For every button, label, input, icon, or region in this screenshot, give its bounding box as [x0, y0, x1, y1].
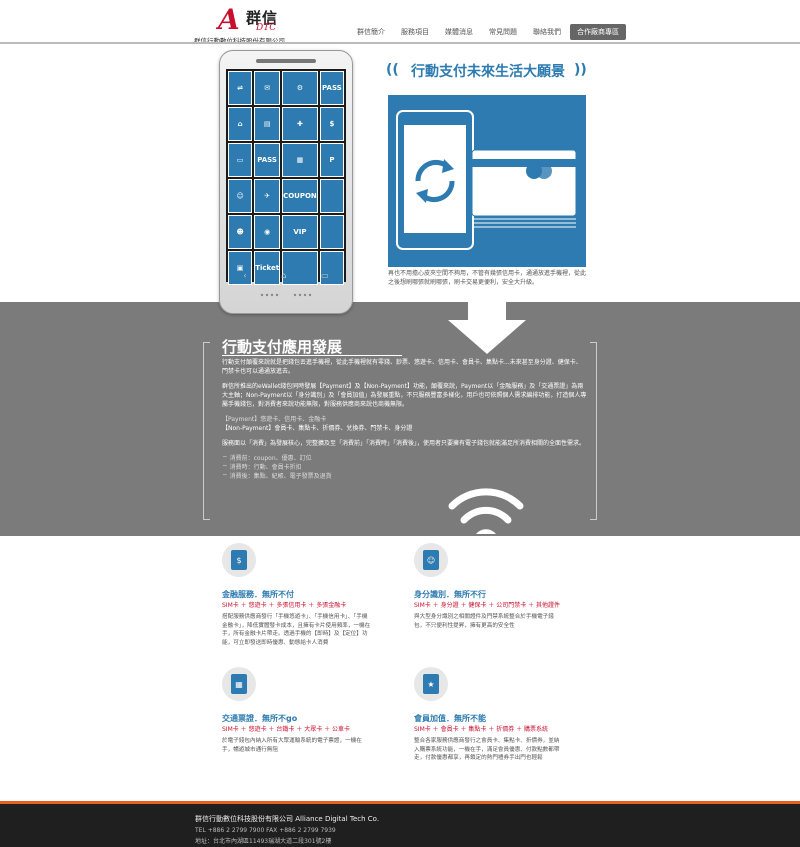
feature-after: ⌔ 消費後：集點、紀帳、電子發票及退貨 [222, 473, 332, 480]
phone-nav-bar: ‹ ⌂ ▭ [226, 269, 346, 282]
signal-right-icon: )) [574, 62, 587, 78]
vision-description: 再也不用擔心皮夾空間不夠用，不管有幾張信用卡，通通放進手機裡，從此之後想刷哪張就… [388, 270, 587, 286]
app-tile-grid: ⇌ ✉ ⚙ PASS ⌂ ▤ ✚ $ ▭ PASS ▦ P ☺ ✈ COUPON ☻ ◉ VIP ▣ Ticket [228, 71, 344, 285]
nav-faq[interactable]: 常見問題 [482, 24, 524, 40]
title-underline [222, 355, 402, 356]
home-icon: ⌂ [281, 271, 287, 280]
app-tile: $ [319, 107, 344, 141]
member-card-sub: SIM卡 ＋ 會員卡 ＋ 集點卡 ＋ 折價券 ＋ 購票系統 [414, 726, 549, 733]
app-tile: ☻ [228, 215, 253, 249]
vision-title: 行動支付未來生活大願景 [411, 64, 565, 80]
site-footer: 群信行動數位科技股份有限公司 Alliance Digital Tech Co.… [0, 801, 800, 847]
left-bracket [203, 342, 210, 520]
app-tile: ✈ [254, 179, 281, 213]
finance-card-sub: SIM卡 ＋ 悠遊卡 ＋ 多張信用卡 ＋ 多張金融卡 [222, 602, 347, 609]
app-tile: COUPON [282, 179, 318, 213]
nav-news[interactable]: 媒體消息 [438, 24, 480, 40]
member-card-body: 整合各家服務供應商發行之會員卡、集點卡、折價券，並納入購票系統功能，一機在手，滿… [414, 738, 560, 761]
dev-paragraph-2: 群信所推出的eWallet錢包同時發展【Payment】及【Non-Paymen… [222, 383, 587, 408]
development-body: 行動支付顛覆來說就是把錢包丟進手機裡，從此手機裡就有零錢、鈔票、悠遊卡、信用卡、… [222, 358, 587, 481]
company-logo[interactable]: A 群信 DTC 群信行動數位科技股份有限公司 [194, 3, 338, 46]
footer-company: 群信行動數位科技股份有限公司 Alliance Digital Tech Co. [195, 815, 380, 823]
id-service-icon: ☺ [414, 543, 448, 577]
vision-illustration [388, 95, 586, 267]
phone-speaker [256, 59, 316, 63]
app-tile: ⇌ [228, 71, 253, 105]
development-title: 行動支付應用發展 [222, 338, 343, 356]
transit-card-title: 交通票證．無所不go [222, 714, 298, 723]
feature-during: ⌔ 消費時：行動、會員卡折扣 [222, 464, 302, 471]
header-divider [0, 42, 800, 44]
main-nav: 群信簡介 服務項目 媒體消息 常見問題 聯絡我們 合作廠商專區 [350, 24, 626, 40]
site-header: A 群信 DTC 群信行動數位科技股份有限公司 群信簡介 服務項目 媒體消息 常… [0, 0, 800, 46]
app-tile: ⚙ [282, 71, 318, 105]
right-bracket [590, 342, 597, 520]
transit-card-body: 於電子錢包內納入所有大眾運輸系統的電子票證，一機在手，暢遊城市通行無阻 [222, 738, 362, 753]
id-card-sub: SIM卡 ＋ 身分證 ＋ 健保卡 ＋ 公司門禁卡 ＋ 其他證件 [414, 602, 561, 609]
app-tile: P [319, 143, 344, 177]
feature-before: ⌔ 消費前：coupon、優惠、訂位 [222, 455, 312, 462]
card-stack-icon [471, 149, 577, 228]
id-card-title: 身分識別．無所不行 [414, 590, 486, 599]
app-tile: VIP [282, 215, 318, 249]
phone-speaker-grille [260, 293, 312, 297]
transit-card-sub: SIM卡 ＋ 悠遊卡 ＋ 台鐵卡 ＋ 大眾卡 ＋ 公車卡 [222, 726, 351, 733]
phone-illustration: ⇌ ✉ ⚙ PASS ⌂ ▤ ✚ $ ▭ PASS ▦ P ☺ ✈ COUPON ☻ ◉ VIP ▣ Ticket ‹… [219, 50, 353, 314]
finance-card-body: 搭配服務供應商發行「手機悠遊卡」、「手機信用卡」、「手機金融卡」，降低實體發卡成… [222, 614, 371, 646]
app-tile: PASS [319, 71, 344, 105]
wifi-icon: ⌔ [222, 464, 230, 471]
app-tile [319, 179, 344, 213]
member-card-title: 會員加值．無所不能 [414, 714, 486, 723]
app-tile: ▤ [254, 107, 281, 141]
nav-services[interactable]: 服務項目 [394, 24, 436, 40]
app-tile: PASS [254, 143, 281, 177]
nav-partners[interactable]: 合作廠商專區 [570, 24, 626, 40]
logo-mark: A [218, 3, 240, 36]
app-tile: ⌂ [228, 107, 253, 141]
finance-service-icon: $ [222, 543, 256, 577]
dev-paragraph-1: 行動支付顛覆來說就是把錢包丟進手機裡，從此手機裡就有零錢、鈔票、悠遊卡、信用卡、… [222, 359, 582, 375]
nav-about[interactable]: 群信簡介 [350, 24, 392, 40]
payment-list: 【Payment】悠遊卡、信用卡、金融卡 [222, 416, 327, 423]
app-tile [319, 215, 344, 249]
back-icon: ‹ [243, 271, 247, 280]
id-card-body: 與大型身分識別之相關證件及門禁系統整合於手機電子錢包，不只便利性提昇，擁有更高的… [414, 614, 554, 629]
member-service-icon: ★ [414, 667, 448, 701]
wifi-signal-icon [448, 488, 524, 534]
footer-contact: TEL +886 2 2799 7900 FAX +886 2 2799 793… [195, 827, 336, 834]
app-tile: ◉ [254, 215, 281, 249]
app-tile: ▦ [282, 143, 318, 177]
dev-paragraph-4: 服務面以「消費」為發展核心，完整擴及至「消費前」「消費時」「消費後」，使用者只要… [222, 440, 586, 447]
transit-service-icon: ▦ [222, 667, 256, 701]
app-tile: ✉ [254, 71, 281, 105]
finance-card-title: 金融服務．無所不付 [222, 590, 294, 599]
nav-contact[interactable]: 聯絡我們 [526, 24, 568, 40]
app-tile: ▭ [228, 143, 253, 177]
wifi-icon: ⌔ [222, 473, 230, 480]
recent-apps-icon: ▭ [321, 271, 329, 280]
logo-english: DTC [256, 23, 277, 33]
app-tile: ☺ [228, 179, 253, 213]
app-tile: ✚ [282, 107, 318, 141]
non-payment-list: 【Non-Payment】會員卡、集點卡、折價券、兌換券、門禁卡、身分證 [222, 425, 413, 432]
phone-screen: ⇌ ✉ ⚙ PASS ⌂ ▤ ✚ $ ▭ PASS ▦ P ☺ ✈ COUPON ☻ ◉ VIP ▣ Ticket ‹… [226, 69, 346, 285]
wifi-icon: ⌔ [222, 455, 230, 462]
down-arrow-icon [448, 302, 526, 354]
